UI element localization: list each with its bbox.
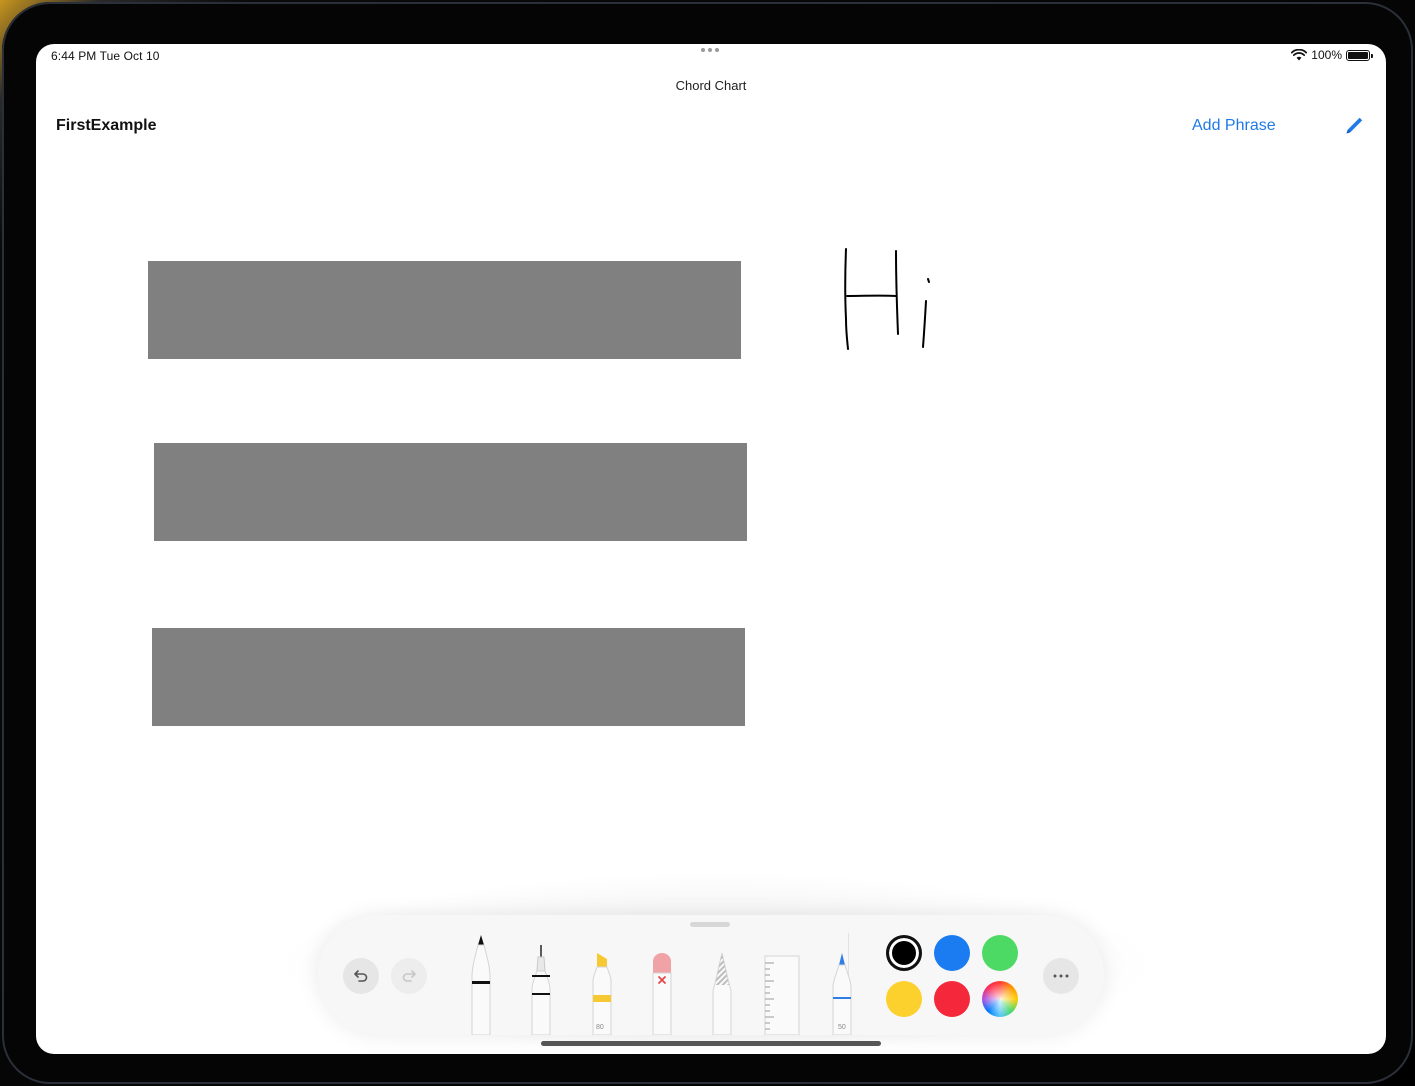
- battery-icon: [1346, 49, 1373, 61]
- redo-button[interactable]: [391, 958, 427, 994]
- undo-icon: [354, 970, 368, 982]
- monoline-tool[interactable]: [529, 943, 553, 1035]
- add-phrase-button[interactable]: Add Phrase: [1192, 117, 1276, 135]
- pen-tool[interactable]: [469, 933, 493, 1035]
- pencil-icon[interactable]: [1342, 114, 1366, 138]
- pencil-tool[interactable]: [710, 951, 734, 1035]
- highlighter-tool[interactable]: 80: [590, 951, 614, 1035]
- document-title: FirstExample: [56, 117, 157, 134]
- ruler-tool[interactable]: [764, 955, 800, 1035]
- eraser-tool[interactable]: [650, 953, 674, 1035]
- screen: 6:44 PM Tue Oct 10 100% Chord Chart Firs…: [36, 44, 1386, 1054]
- tool-palette: 80 50: [318, 915, 1104, 1035]
- multitasking-dots[interactable]: [701, 48, 719, 52]
- highlighter-width-label: 80: [596, 1024, 604, 1031]
- undo-button[interactable]: [343, 958, 379, 994]
- phrase-bar[interactable]: [152, 628, 745, 726]
- more-options-button[interactable]: [1043, 958, 1079, 994]
- nav-title: Chord Chart: [675, 78, 747, 93]
- phrase-bar[interactable]: [154, 443, 747, 541]
- handwritten-drawing: [844, 248, 930, 350]
- color-picker-wheel-icon[interactable]: [982, 981, 1018, 1017]
- color-swatch-black[interactable]: [886, 935, 922, 971]
- wifi-icon: [1291, 49, 1308, 61]
- fountain-pen-width-label: 50: [838, 1024, 846, 1031]
- status-right: 100%: [1291, 48, 1373, 62]
- battery-percent: 100%: [1311, 48, 1342, 62]
- color-swatch-red[interactable]: [934, 981, 970, 1017]
- status-time: 6:44 PM Tue Oct 10: [51, 49, 160, 63]
- phrase-bar[interactable]: [148, 261, 741, 359]
- color-swatch-green[interactable]: [982, 935, 1018, 971]
- palette-grabber[interactable]: [690, 922, 730, 927]
- status-bar: 6:44 PM Tue Oct 10 100%: [36, 44, 1386, 68]
- home-indicator[interactable]: [541, 1041, 881, 1046]
- ellipsis-icon: [1053, 974, 1069, 978]
- redo-icon: [402, 970, 416, 982]
- fountain-pen-tool[interactable]: 50: [830, 951, 854, 1035]
- color-wheel-center: [982, 981, 1018, 1017]
- color-swatch-blue[interactable]: [934, 935, 970, 971]
- color-swatch-yellow[interactable]: [886, 981, 922, 1017]
